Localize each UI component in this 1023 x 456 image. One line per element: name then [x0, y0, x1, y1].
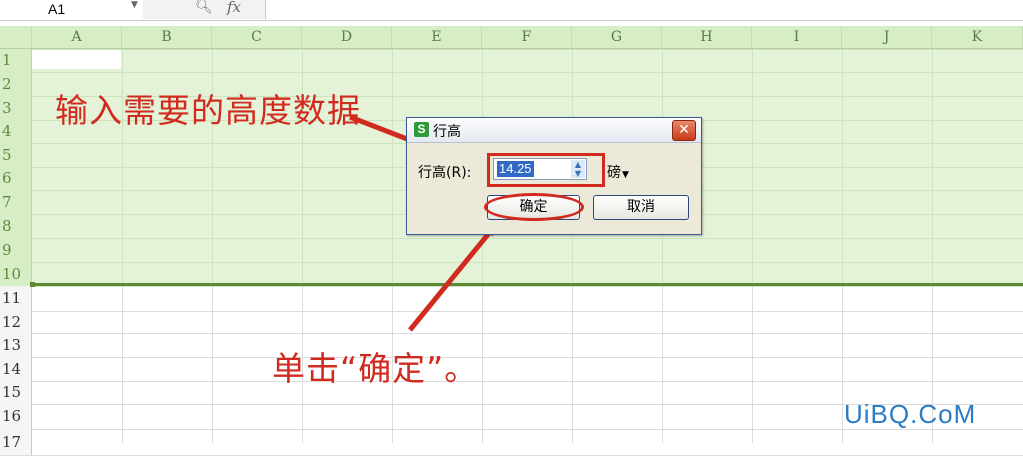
chevron-down-icon: ▼	[622, 170, 629, 180]
annotation-input-hint: 输入需要的高度数据	[55, 91, 361, 130]
dialog-title: 行高	[433, 124, 461, 140]
unit-select[interactable]: 磅▼	[607, 162, 629, 182]
arrow-to-ok	[408, 225, 496, 332]
close-button[interactable]: ✕	[672, 120, 696, 141]
wps-app-icon: S	[414, 122, 429, 137]
ok-highlight-ellipse	[484, 193, 584, 221]
input-highlight-box	[487, 153, 605, 187]
row-height-label: 行高(R):	[418, 165, 472, 181]
watermark: UiBQ.CoM	[844, 399, 977, 429]
unit-label: 磅	[607, 165, 621, 181]
annotation-ok-hint: 单击“确定”。	[272, 349, 479, 388]
dialog-titlebar[interactable]: S 行高 ✕	[407, 118, 701, 143]
cancel-button[interactable]: 取消	[593, 195, 689, 220]
